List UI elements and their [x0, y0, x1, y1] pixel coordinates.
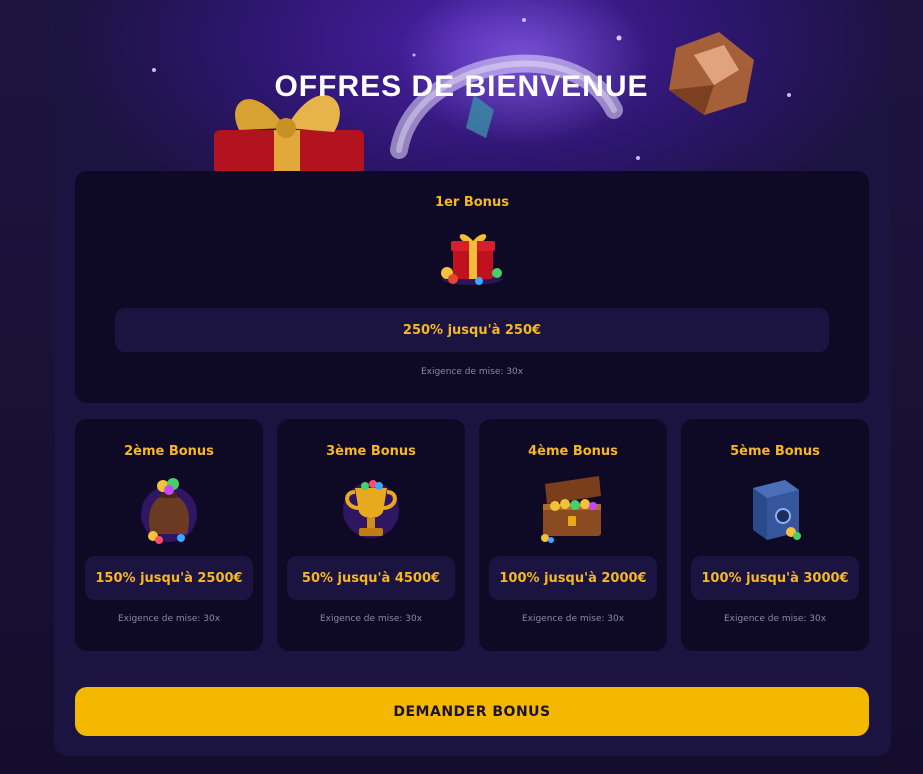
- bonus-card-4: 4ème Bonus 100% jusqu'à 2000€ Exigence d…: [479, 419, 667, 651]
- bonus-title: 1er Bonus: [435, 195, 509, 210]
- bonus-title: 3ème Bonus: [326, 444, 416, 459]
- bonus-card-3: 3ème Bonus 50% jusqu'à 4500€ Exigence de…: [277, 419, 465, 651]
- request-bonus-button[interactable]: DEMANDER BONUS: [75, 687, 869, 736]
- bonus-title: 2ème Bonus: [124, 444, 214, 459]
- wagering-requirement: Exigence de mise: 30x: [420, 367, 524, 377]
- treasure-chest-icon: [539, 474, 607, 548]
- page-title: OFFRES DE BIENVENUE: [274, 70, 649, 103]
- bonus-offer: 100% jusqu'à 3000€: [691, 556, 859, 600]
- wagering-requirement: Exigence de mise: 30x: [521, 614, 625, 624]
- bonus-offer: 150% jusqu'à 2500€: [85, 556, 253, 600]
- trophy-icon: [341, 474, 401, 548]
- bonus-title: 4ème Bonus: [528, 444, 618, 459]
- wagering-requirement: Exigence de mise: 30x: [723, 614, 827, 624]
- bonus-card-5: 5ème Bonus 100% jusqu'à 3000€ Exigence d…: [681, 419, 869, 651]
- gift-box-icon: [439, 229, 505, 291]
- money-bag-icon: [139, 474, 199, 548]
- bonus-card-1: 1er Bonus 250% jusqu'à 250€ Exigence de …: [75, 171, 869, 403]
- bonus-offer: 100% jusqu'à 2000€: [489, 556, 657, 600]
- wagering-requirement: Exigence de mise: 30x: [117, 614, 221, 624]
- bonus-title: 5ème Bonus: [730, 444, 820, 459]
- bonus-card-2: 2ème Bonus 150% jusqu'à 2500€ Exigence d…: [75, 419, 263, 651]
- bonus-offer: 250% jusqu'à 250€: [115, 308, 829, 352]
- safe-icon: [745, 474, 805, 548]
- wagering-requirement: Exigence de mise: 30x: [319, 614, 423, 624]
- bonus-offer: 50% jusqu'à 4500€: [287, 556, 455, 600]
